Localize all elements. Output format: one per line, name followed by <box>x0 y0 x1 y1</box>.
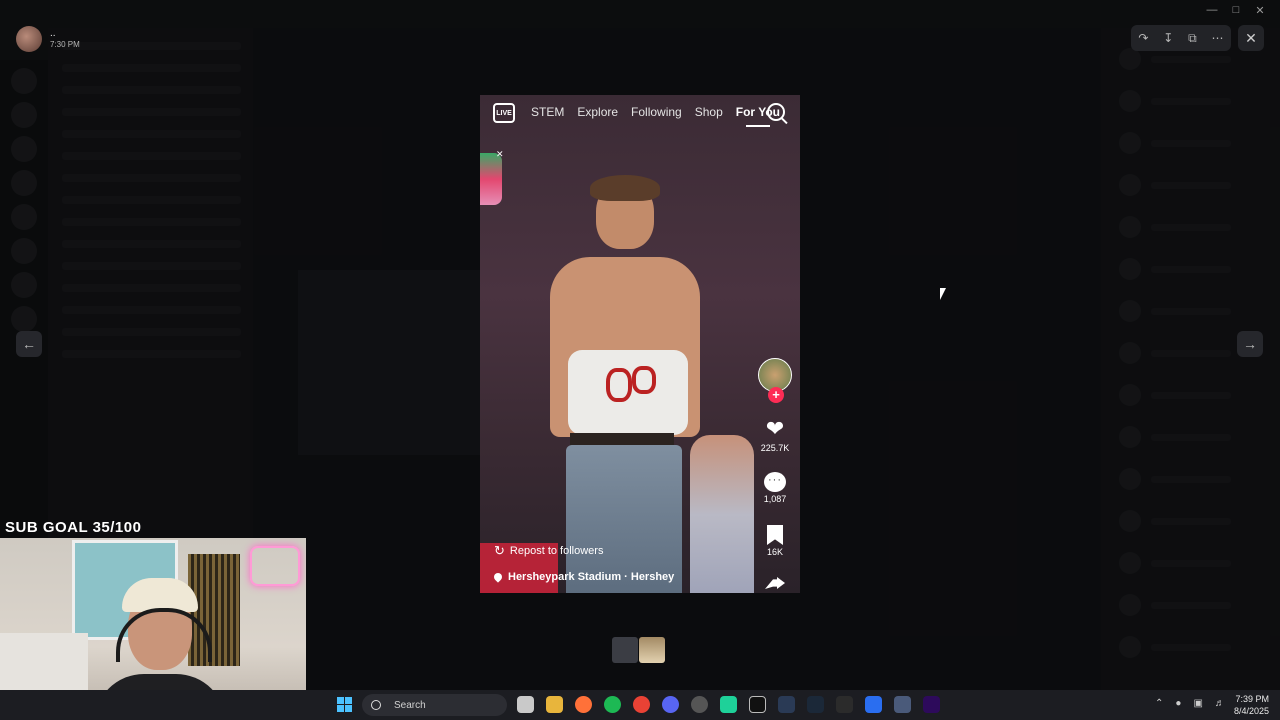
chrome-icon[interactable] <box>633 696 650 713</box>
folder-icon[interactable] <box>546 696 563 713</box>
like-button[interactable]: ❤ 225.7K <box>750 416 800 454</box>
save-button[interactable]: 16K <box>750 525 800 557</box>
media-app-icon[interactable] <box>749 696 766 713</box>
comment-icon: ··· <box>764 472 786 492</box>
thumbnail-item[interactable] <box>639 637 665 663</box>
bookmark-icon <box>767 525 783 545</box>
taskbar-date: 8/4/2025 <box>1234 706 1270 716</box>
repost-label: Repost to followers <box>509 545 604 557</box>
tiktok-tabs: STEM Explore Following Shop For You <box>531 105 793 127</box>
tiktok-video[interactable]: LIVE STEM Explore Following Shop For You… <box>480 95 800 593</box>
repost-icon: ↻ <box>494 543 505 558</box>
app-icon[interactable] <box>865 696 882 713</box>
share-button[interactable] <box>750 577 800 589</box>
tab-following[interactable]: Following <box>631 105 682 119</box>
uploader-avatar <box>16 26 42 52</box>
open-external-icon[interactable]: ⧉ <box>1188 31 1197 46</box>
viewer-toolbar: ↷ ↧ ⧉ ⋯ <box>1131 25 1231 51</box>
upload-time: 7:30 PM <box>50 40 80 49</box>
microphone-icon[interactable]: ● <box>1175 698 1181 709</box>
file-icon[interactable] <box>517 696 534 713</box>
sticker-icon[interactable] <box>480 153 502 205</box>
epic-games-icon[interactable] <box>836 696 853 713</box>
minimize-icon[interactable]: — <box>1200 0 1224 20</box>
location-label: Hersheypark Stadium · Hershey <box>508 571 675 583</box>
close-viewer-button[interactable]: ✕ <box>1238 25 1264 51</box>
chat-app-icon[interactable] <box>720 696 737 713</box>
media-thumbnails <box>612 637 666 663</box>
window-close-icon[interactable]: ✕ <box>1248 0 1272 20</box>
location-tag[interactable]: Hersheypark Stadium · Hershey <box>492 571 675 583</box>
windows-start-icon[interactable] <box>337 697 353 713</box>
like-count: 225.7K <box>760 443 790 453</box>
spotify-icon[interactable] <box>604 696 621 713</box>
taskbar-clock[interactable]: 7:39 PM 8/4/2025 <box>1234 693 1269 717</box>
mouse-cursor-icon <box>940 288 946 300</box>
share-icon <box>765 577 785 589</box>
download-icon[interactable]: ↧ <box>1163 31 1173 45</box>
arrow-left-icon: ← <box>22 336 36 352</box>
premiere-icon[interactable] <box>923 696 940 713</box>
volume-icon[interactable]: ♬ <box>1215 698 1225 709</box>
taskbar-search-icon <box>371 700 381 710</box>
close-icon: ✕ <box>1245 29 1257 46</box>
follow-plus-icon[interactable]: + <box>768 387 784 403</box>
uploader-name: .. <box>50 28 56 39</box>
taskbar-search-label: Search <box>394 699 426 711</box>
maximize-icon[interactable]: □ <box>1224 0 1248 20</box>
heart-icon: ❤ <box>765 416 785 441</box>
app-icon[interactable] <box>778 696 795 713</box>
comment-button[interactable]: ··· 1,087 <box>750 472 800 504</box>
more-options-icon[interactable]: ⋯ <box>1212 31 1224 45</box>
thumbnail-item[interactable] <box>612 637 638 663</box>
live-icon[interactable]: LIVE <box>493 103 515 123</box>
firefox-icon[interactable] <box>575 696 592 713</box>
save-count: 16K <box>766 547 783 557</box>
app-icon[interactable] <box>894 696 911 713</box>
tab-explore[interactable]: Explore <box>577 105 618 119</box>
discord-icon[interactable] <box>662 696 679 713</box>
video-second-person <box>690 435 754 593</box>
tab-shop[interactable]: Shop <box>695 105 723 119</box>
obs-icon[interactable] <box>691 696 708 713</box>
forward-icon[interactable]: ↷ <box>1138 31 1148 45</box>
tiktok-top-nav: LIVE STEM Explore Following Shop For You <box>480 95 800 131</box>
windows-taskbar: Search ⌃ ● ▣ ♬ 7:39 PM 8/4/2025 <box>0 690 1280 720</box>
uploader-info: .. 7:30 PM <box>16 26 80 52</box>
comment-count: 1,087 <box>763 494 787 504</box>
steam-icon[interactable] <box>807 696 824 713</box>
network-icon[interactable]: ▣ <box>1193 698 1202 709</box>
repost-button[interactable]: ↻ Repost to followers <box>494 543 603 559</box>
arrow-right-icon: → <box>1243 336 1257 352</box>
taskbar-apps <box>517 696 952 713</box>
sub-goal-text: SUB GOAL 35/100 <box>5 519 142 536</box>
neon-sign-icon <box>250 546 300 586</box>
location-pin-icon <box>492 571 504 583</box>
next-media-button[interactable]: → <box>1237 331 1263 357</box>
chevron-up-icon[interactable]: ⌃ <box>1155 698 1163 709</box>
taskbar-time: 7:39 PM <box>1235 694 1270 704</box>
sticker-close-icon[interactable]: ✕ <box>496 149 504 160</box>
taskbar-search[interactable]: Search <box>362 694 507 716</box>
search-icon[interactable] <box>767 103 785 121</box>
previous-media-button[interactable]: ← <box>16 331 42 357</box>
system-tray: ⌃ ● ▣ ♬ <box>1155 698 1237 709</box>
window-controls: — □ ✕ <box>1200 0 1272 20</box>
tab-stem[interactable]: STEM <box>531 105 564 119</box>
